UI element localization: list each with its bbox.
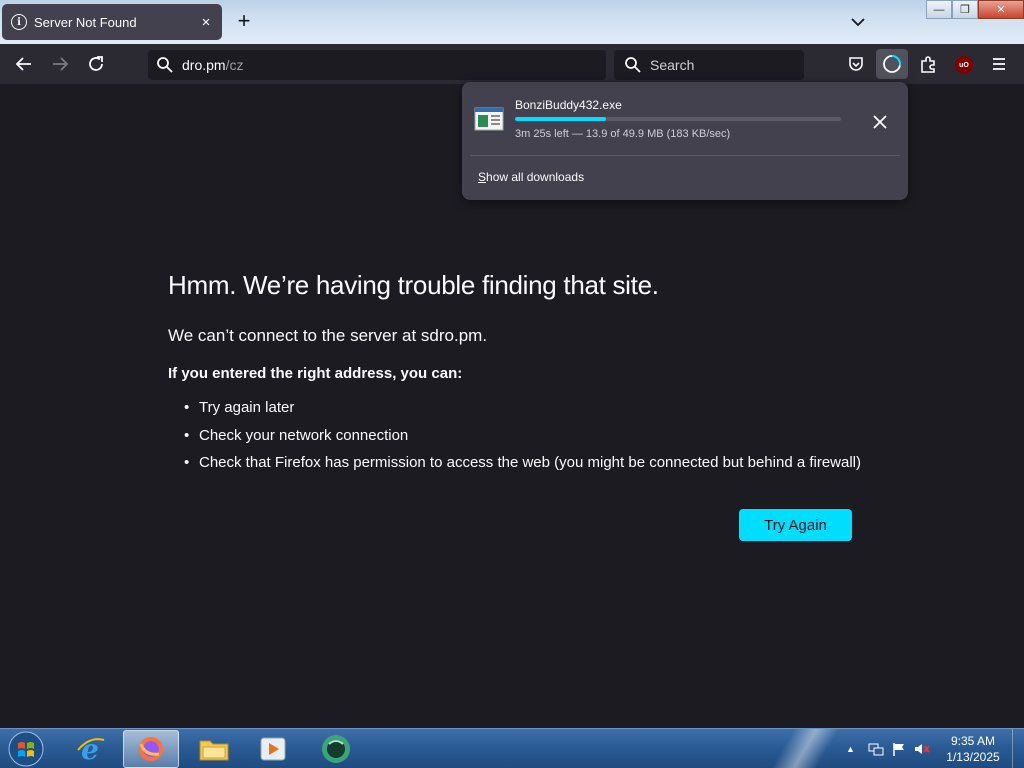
downloads-panel: BonziBuddy432.exe 3m 25s left — 13.9 of …	[462, 82, 908, 200]
error-suggestions-list: Try again later Check your network conne…	[168, 398, 861, 481]
downloads-button[interactable]	[876, 49, 908, 79]
forward-button[interactable]	[46, 50, 74, 78]
taskbar-glare	[760, 729, 850, 768]
list-all-tabs-button[interactable]	[846, 10, 870, 34]
clock-date: 1/13/2025	[946, 750, 1000, 764]
error-suggestions-heading: If you entered the right address, you ca…	[168, 365, 463, 382]
list-item: Check your network connection	[168, 426, 861, 454]
windows-logo-icon	[8, 731, 44, 767]
close-icon	[873, 115, 887, 129]
clock-time: 9:35 AM	[950, 734, 996, 748]
download-file-name: BonziBuddy432.exe	[515, 98, 622, 112]
firefox-icon	[139, 737, 163, 761]
search-icon	[625, 57, 641, 73]
taskbar: e ▲ 9:35 AM 1/13/2025	[0, 728, 1024, 768]
media-player-icon	[260, 737, 286, 761]
accesskey-letter: S	[478, 170, 487, 184]
download-progress-icon	[883, 55, 901, 73]
taskbar-clock[interactable]: 9:35 AM 1/13/2025	[938, 733, 1008, 765]
taskbar-media-player[interactable]	[245, 730, 301, 768]
puzzle-icon	[921, 56, 935, 73]
divider	[470, 155, 900, 156]
try-again-button[interactable]: Try Again	[739, 509, 852, 541]
nav-toolbar: dro.pm/cz Search	[0, 44, 1024, 84]
url-host: dro.pm	[182, 57, 226, 73]
taskbar-firefox[interactable]	[123, 730, 179, 768]
executable-file-icon	[474, 107, 504, 131]
download-progress-fill	[515, 117, 607, 121]
url-text: dro.pm/cz	[182, 57, 243, 73]
show-all-label: how all downloads	[486, 170, 585, 184]
error-title: Hmm. We’re having trouble finding that s…	[168, 270, 659, 300]
screen: i Server Not Found × + — ❐ ✕ dro.pm/cz S…	[0, 0, 1024, 768]
tab-close-button[interactable]: ×	[194, 14, 218, 31]
minimize-button[interactable]: —	[926, 0, 952, 19]
chevron-down-icon	[851, 18, 865, 27]
taskbar-bonzibuddy[interactable]	[308, 730, 364, 768]
download-progress-bar	[515, 117, 841, 121]
pocket-button[interactable]	[842, 50, 870, 78]
forward-arrow-icon	[53, 57, 69, 71]
extensions-button[interactable]	[914, 50, 942, 78]
bonzibuddy-icon	[322, 735, 350, 763]
download-status: 3m 25s left — 13.9 of 49.9 MB (183 KB/se…	[515, 128, 731, 140]
menu-button[interactable]	[985, 50, 1013, 78]
start-button[interactable]	[6, 730, 46, 768]
list-item: Try again later	[168, 398, 861, 426]
show-desktop-button[interactable]	[1012, 729, 1024, 768]
tab-server-not-found[interactable]: i Server Not Found ×	[2, 4, 222, 40]
pocket-icon	[849, 57, 863, 71]
reload-button[interactable]	[82, 50, 110, 78]
search-placeholder: Search	[650, 57, 695, 73]
search-bar[interactable]: Search	[614, 50, 804, 80]
tab-title: Server Not Found	[34, 14, 137, 30]
folder-icon	[199, 740, 229, 761]
taskbar-internet-explorer[interactable]: e	[62, 730, 118, 768]
ublock-origin-button[interactable]: uO	[955, 56, 973, 74]
cancel-download-button[interactable]	[868, 110, 892, 134]
volume-muted-icon[interactable]	[913, 741, 931, 757]
error-description: We can’t connect to the server at sdro.p…	[168, 326, 488, 345]
back-arrow-icon	[15, 57, 31, 71]
list-item: Check that Firefox has permission to acc…	[168, 453, 861, 481]
new-tab-button[interactable]: +	[232, 9, 256, 33]
taskbar-file-explorer[interactable]	[186, 730, 242, 768]
window-close-button[interactable]: ✕	[978, 0, 1024, 19]
show-all-downloads-button[interactable]: Show all downloads	[478, 170, 584, 184]
hamburger-menu-icon	[993, 58, 1005, 70]
network-icon[interactable]	[867, 741, 885, 757]
url-bar[interactable]: dro.pm/cz	[148, 50, 606, 80]
internet-explorer-icon: e	[77, 734, 105, 764]
reload-icon	[89, 56, 103, 71]
url-path: /cz	[225, 57, 244, 73]
search-icon	[157, 57, 173, 73]
show-hidden-icons-button[interactable]: ▲	[846, 744, 855, 754]
tab-strip: i Server Not Found × + — ❐ ✕	[0, 0, 1024, 44]
info-icon: i	[11, 14, 27, 30]
maximize-button[interactable]: ❐	[952, 0, 978, 19]
window-controls: — ❐ ✕	[926, 0, 1024, 20]
download-item[interactable]	[474, 106, 504, 132]
action-center-flag-icon[interactable]	[891, 741, 907, 757]
back-button[interactable]	[10, 50, 38, 78]
system-tray: ▲	[840, 729, 931, 768]
